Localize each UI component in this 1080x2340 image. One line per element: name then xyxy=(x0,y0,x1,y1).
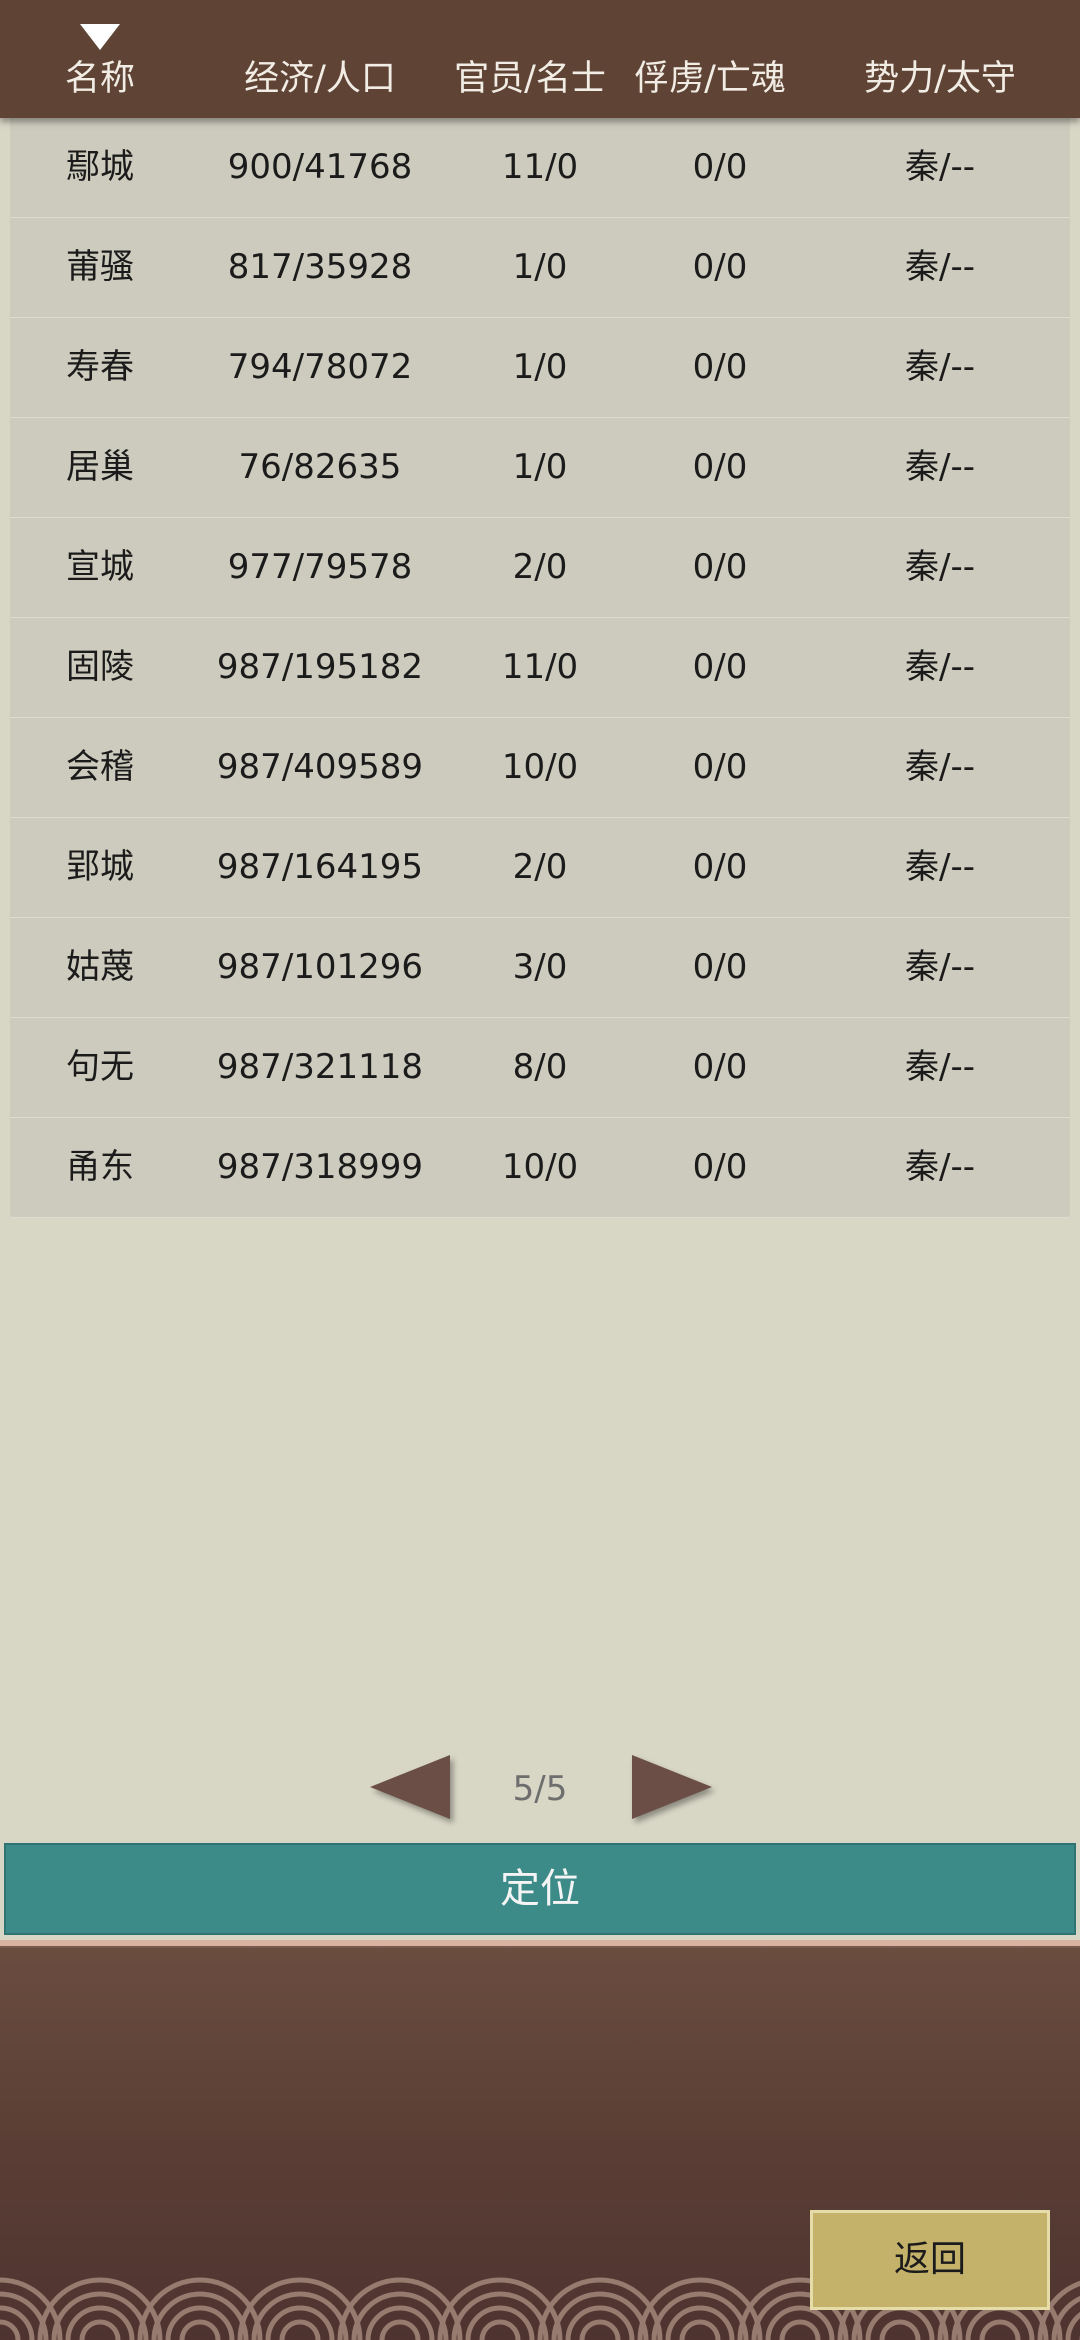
table-row[interactable]: 句无 987/321118 8/0 0/0 秦/-- xyxy=(10,1018,1070,1118)
cell-faction-governor: 秦/-- xyxy=(905,347,975,387)
cell-economy-population: 987/321118 xyxy=(216,1047,424,1087)
page-indicator: 5/5 xyxy=(512,1769,568,1809)
cell-economy-population: 987/101296 xyxy=(216,947,424,987)
cell-faction-governor: 秦/-- xyxy=(905,647,975,687)
cell-faction-governor: 秦/-- xyxy=(905,147,975,187)
cell-officials-scholars: 2/0 xyxy=(512,547,568,587)
cell-faction-governor: 秦/-- xyxy=(905,547,975,587)
cell-name: 甬东 xyxy=(66,1147,134,1187)
cell-faction-governor: 秦/-- xyxy=(905,1047,975,1087)
cell-captives-souls: 0/0 xyxy=(692,247,748,287)
cell-captives-souls: 0/0 xyxy=(692,1047,748,1087)
cell-economy-population: 987/164195 xyxy=(216,847,424,887)
cell-captives-souls: 0/0 xyxy=(692,147,748,187)
cell-economy-population: 977/79578 xyxy=(227,547,413,587)
cell-name: 寿春 xyxy=(66,347,134,387)
cell-faction-governor: 秦/-- xyxy=(905,747,975,787)
cell-faction-governor: 秦/-- xyxy=(905,1147,975,1187)
cell-name: 姑蔑 xyxy=(66,947,134,987)
cell-officials-scholars: 8/0 xyxy=(512,1047,568,1087)
cell-faction-governor: 秦/-- xyxy=(905,947,975,987)
cell-name: 莆骚 xyxy=(66,247,134,287)
cell-economy-population: 987/409589 xyxy=(216,747,424,787)
table-row[interactable]: 甬东 987/318999 10/0 0/0 秦/-- xyxy=(10,1118,1070,1218)
cell-name: 会稽 xyxy=(66,747,134,787)
prev-page-arrow-icon[interactable] xyxy=(370,1755,450,1819)
table-row[interactable]: 会稽 987/409589 10/0 0/0 秦/-- xyxy=(10,718,1070,818)
cell-captives-souls: 0/0 xyxy=(692,347,748,387)
cell-captives-souls: 0/0 xyxy=(692,447,748,487)
locate-button[interactable]: 定位 xyxy=(4,1843,1076,1935)
column-header-economy-population[interactable]: 经济/人口 xyxy=(220,54,420,104)
cell-name: 居巢 xyxy=(66,447,134,487)
cell-faction-governor: 秦/-- xyxy=(905,847,975,887)
column-header-officials-scholars[interactable]: 官员/名士 xyxy=(440,54,620,104)
cell-captives-souls: 0/0 xyxy=(692,847,748,887)
column-header-name[interactable]: 名称 xyxy=(40,54,160,104)
table-row[interactable]: 郢城 987/164195 2/0 0/0 秦/-- xyxy=(10,818,1070,918)
cell-officials-scholars: 1/0 xyxy=(512,247,568,287)
cell-name: 句无 xyxy=(66,1047,134,1087)
cell-officials-scholars: 2/0 xyxy=(512,847,568,887)
cell-name: 宣城 xyxy=(66,547,134,587)
cell-faction-governor: 秦/-- xyxy=(905,447,975,487)
cell-name: 郢城 xyxy=(66,847,134,887)
cell-officials-scholars: 10/0 xyxy=(501,1147,579,1187)
cell-officials-scholars: 1/0 xyxy=(512,347,568,387)
sort-down-icon[interactable] xyxy=(80,24,120,50)
cell-officials-scholars: 1/0 xyxy=(512,447,568,487)
column-header-captives-souls[interactable]: 俘虏/亡魂 xyxy=(620,54,800,104)
cell-economy-population: 987/318999 xyxy=(216,1147,424,1187)
table-row[interactable]: 居巢 76/82635 1/0 0/0 秦/-- xyxy=(10,418,1070,518)
cell-economy-population: 987/195182 xyxy=(216,647,424,687)
city-table: 鄢城 900/41768 11/0 0/0 秦/-- 莆骚 817/35928 … xyxy=(10,118,1070,1218)
next-page-arrow-icon[interactable] xyxy=(632,1755,712,1819)
cell-captives-souls: 0/0 xyxy=(692,647,748,687)
table-row[interactable]: 宣城 977/79578 2/0 0/0 秦/-- xyxy=(10,518,1070,618)
column-header-faction-governor[interactable]: 势力/太守 xyxy=(840,54,1040,104)
cell-economy-population: 76/82635 xyxy=(238,447,402,487)
cell-name: 固陵 xyxy=(66,647,134,687)
table-header: 名称 经济/人口 官员/名士 俘虏/亡魂 势力/太守 xyxy=(0,0,1080,118)
cell-officials-scholars: 11/0 xyxy=(501,147,579,187)
footer-divider xyxy=(0,1940,1080,1948)
cell-economy-population: 794/78072 xyxy=(227,347,413,387)
table-row[interactable]: 固陵 987/195182 11/0 0/0 秦/-- xyxy=(10,618,1070,718)
table-row[interactable]: 寿春 794/78072 1/0 0/0 秦/-- xyxy=(10,318,1070,418)
cell-economy-population: 817/35928 xyxy=(227,247,413,287)
cell-captives-souls: 0/0 xyxy=(692,547,748,587)
table-row[interactable]: 姑蔑 987/101296 3/0 0/0 秦/-- xyxy=(10,918,1070,1018)
cell-officials-scholars: 11/0 xyxy=(501,647,579,687)
cell-captives-souls: 0/0 xyxy=(692,747,748,787)
cell-faction-governor: 秦/-- xyxy=(905,247,975,287)
cell-economy-population: 900/41768 xyxy=(227,147,413,187)
cell-name: 鄢城 xyxy=(66,147,134,187)
cell-captives-souls: 0/0 xyxy=(692,947,748,987)
cell-captives-souls: 0/0 xyxy=(692,1147,748,1187)
table-row[interactable]: 莆骚 817/35928 1/0 0/0 秦/-- xyxy=(10,218,1070,318)
back-button[interactable]: 返回 xyxy=(810,2210,1050,2310)
cell-officials-scholars: 3/0 xyxy=(512,947,568,987)
table-row[interactable]: 鄢城 900/41768 11/0 0/0 秦/-- xyxy=(10,118,1070,218)
cell-officials-scholars: 10/0 xyxy=(501,747,579,787)
